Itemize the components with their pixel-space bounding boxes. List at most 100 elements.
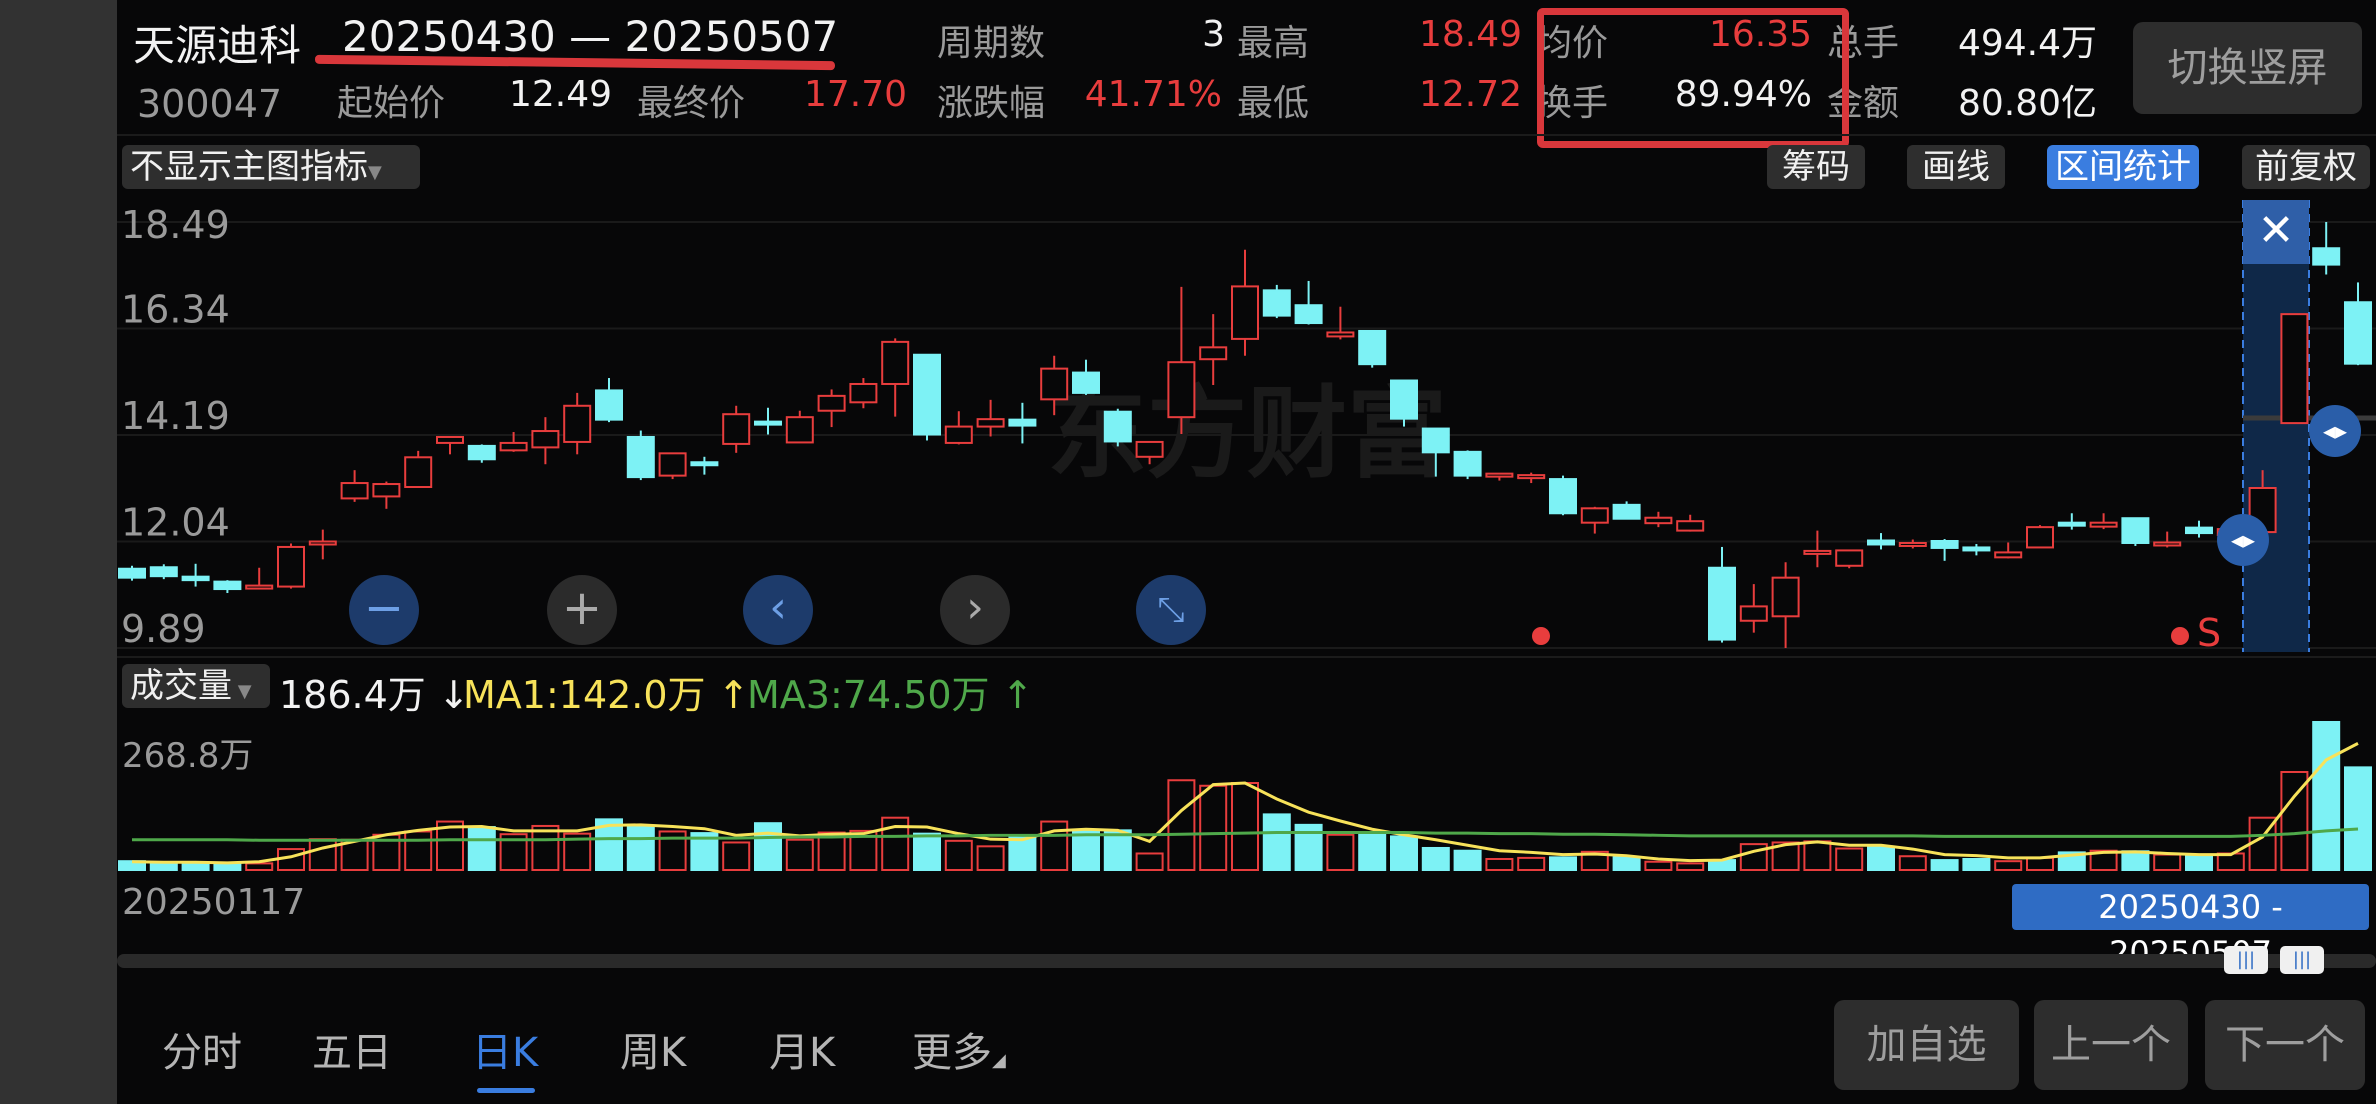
candle-body <box>754 420 782 426</box>
candle-body <box>1962 546 1991 552</box>
tab-daily-k[interactable]: 日K <box>472 1020 538 1078</box>
active-tab-indicator <box>477 1088 535 1093</box>
tab-minute[interactable]: 分时 <box>162 1020 242 1078</box>
candle-body <box>1453 450 1482 477</box>
volume-bar <box>913 832 941 871</box>
candle-body <box>1517 474 1546 480</box>
volume-bar <box>1262 813 1291 872</box>
grip-handle-icon[interactable]: ||| <box>2224 946 2268 974</box>
volume-divider <box>117 656 2376 658</box>
grip-handle-icon[interactable]: ||| <box>2280 946 2324 974</box>
volume-bar <box>1072 830 1100 871</box>
tab-more[interactable]: 更多◢ <box>912 1020 1006 1078</box>
candle-body <box>245 584 274 590</box>
candle-body <box>372 483 401 498</box>
zoom-in-icon[interactable]: + <box>547 575 617 645</box>
volume-bar <box>1962 857 1991 872</box>
volume-bar <box>1231 782 1259 872</box>
candle-body <box>277 545 305 588</box>
candle-body <box>1358 329 1387 366</box>
candle-body <box>2121 517 2150 544</box>
volume-bar <box>1835 847 1864 872</box>
selected-range-label: 20250430 - 20250507 <box>2012 884 2369 972</box>
volume-bar <box>467 826 496 872</box>
caret-down-icon: ▼ <box>232 681 252 702</box>
volume-bar <box>1453 849 1482 872</box>
tab-weekly-k[interactable]: 周K <box>620 1020 686 1078</box>
volume-bar <box>1040 820 1069 871</box>
candle-body <box>499 441 528 452</box>
tab-five-day[interactable]: 五日 <box>312 1020 392 1078</box>
volume-bar <box>1644 860 1673 872</box>
candle-body <box>1262 289 1291 317</box>
candle-body <box>118 567 146 579</box>
candle-body <box>1390 379 1418 420</box>
volume-bar <box>1199 784 1228 871</box>
candle-body <box>1199 346 1228 361</box>
volume-bar <box>1008 836 1037 872</box>
price-tick-label: 16.34 <box>121 288 230 332</box>
range-right-handle-icon[interactable]: ◂▸ <box>2309 405 2361 457</box>
candle-body <box>944 425 973 444</box>
candle-body <box>1294 304 1323 325</box>
candle-body <box>467 444 496 461</box>
volume-current: 186.4万 ↓ <box>279 664 470 719</box>
volume-bar <box>1326 833 1355 871</box>
volume-bar <box>2185 854 2213 871</box>
volume-bar <box>2121 850 2150 872</box>
candle-body <box>1676 520 1705 532</box>
candle-body <box>1040 367 1069 401</box>
candle-body <box>1231 285 1259 340</box>
candle-body <box>1135 440 1164 458</box>
volume-bar <box>1867 845 1895 871</box>
timeline-start-date: 20250117 <box>122 882 306 923</box>
tab-monthly-k[interactable]: 月K <box>769 1020 835 1078</box>
candle-body <box>2153 541 2182 547</box>
candle-body <box>1708 566 1736 641</box>
candle-body <box>563 404 592 443</box>
volume-bar <box>1517 856 1546 871</box>
volume-bar <box>149 863 178 871</box>
candle-body <box>1072 371 1100 394</box>
volume-indicator-dropdown[interactable]: 成交量 ▼ <box>122 664 270 708</box>
candle-body <box>213 580 242 591</box>
candle-body <box>1803 549 1832 555</box>
range-left-handle-icon[interactable]: ◂▸ <box>2217 514 2269 566</box>
prev-stock-button[interactable]: 上一个 <box>2034 1000 2188 1090</box>
candle-body <box>2089 521 2118 528</box>
candle-body <box>881 340 910 385</box>
stock-chart-app: 天源迪科 300047 20250430 — 20250507 周期数 3 最高… <box>117 0 2376 1104</box>
zoom-out-icon[interactable]: − <box>349 575 419 645</box>
candle-body <box>1580 507 1609 524</box>
collapse-arrows-icon[interactable]: ⤡ <box>1136 575 1206 645</box>
candle-body <box>1835 549 1864 567</box>
candle-body <box>2057 521 2086 527</box>
ma1-value: MA1:142.0万 <box>463 673 706 717</box>
volume-bar <box>1803 840 1832 871</box>
left-margin <box>0 0 117 1104</box>
scroll-right-icon[interactable]: › <box>940 575 1010 645</box>
candle-body <box>1644 516 1673 525</box>
close-range-icon[interactable]: ✕ <box>2243 200 2309 264</box>
price-tick-label: 14.19 <box>121 394 230 438</box>
candle-body <box>404 456 433 489</box>
timeline-scrollbar[interactable] <box>117 954 2376 968</box>
candle-body <box>181 575 210 582</box>
volume-bar <box>1485 857 1514 872</box>
volume-bar <box>404 830 433 871</box>
volume-bar <box>1358 833 1387 871</box>
volume-bar <box>1994 860 2023 872</box>
candle-body <box>817 394 846 412</box>
candle-body <box>976 418 1005 428</box>
volume-bar <box>1103 829 1132 871</box>
volume-bar <box>1167 779 1196 872</box>
ma1-readout: MA1:142.0万 ↑ <box>463 664 750 719</box>
next-stock-button[interactable]: 下一个 <box>2205 1000 2365 1090</box>
tab-more-label: 更多 <box>912 1030 992 1076</box>
volume-bar <box>1612 856 1641 871</box>
candle-body <box>2185 526 2213 535</box>
add-watchlist-button[interactable]: 加自选 <box>1834 1000 2019 1090</box>
candle-body <box>2026 526 2054 549</box>
scroll-left-icon[interactable]: ‹ <box>743 575 813 645</box>
candle-body <box>1008 418 1037 427</box>
